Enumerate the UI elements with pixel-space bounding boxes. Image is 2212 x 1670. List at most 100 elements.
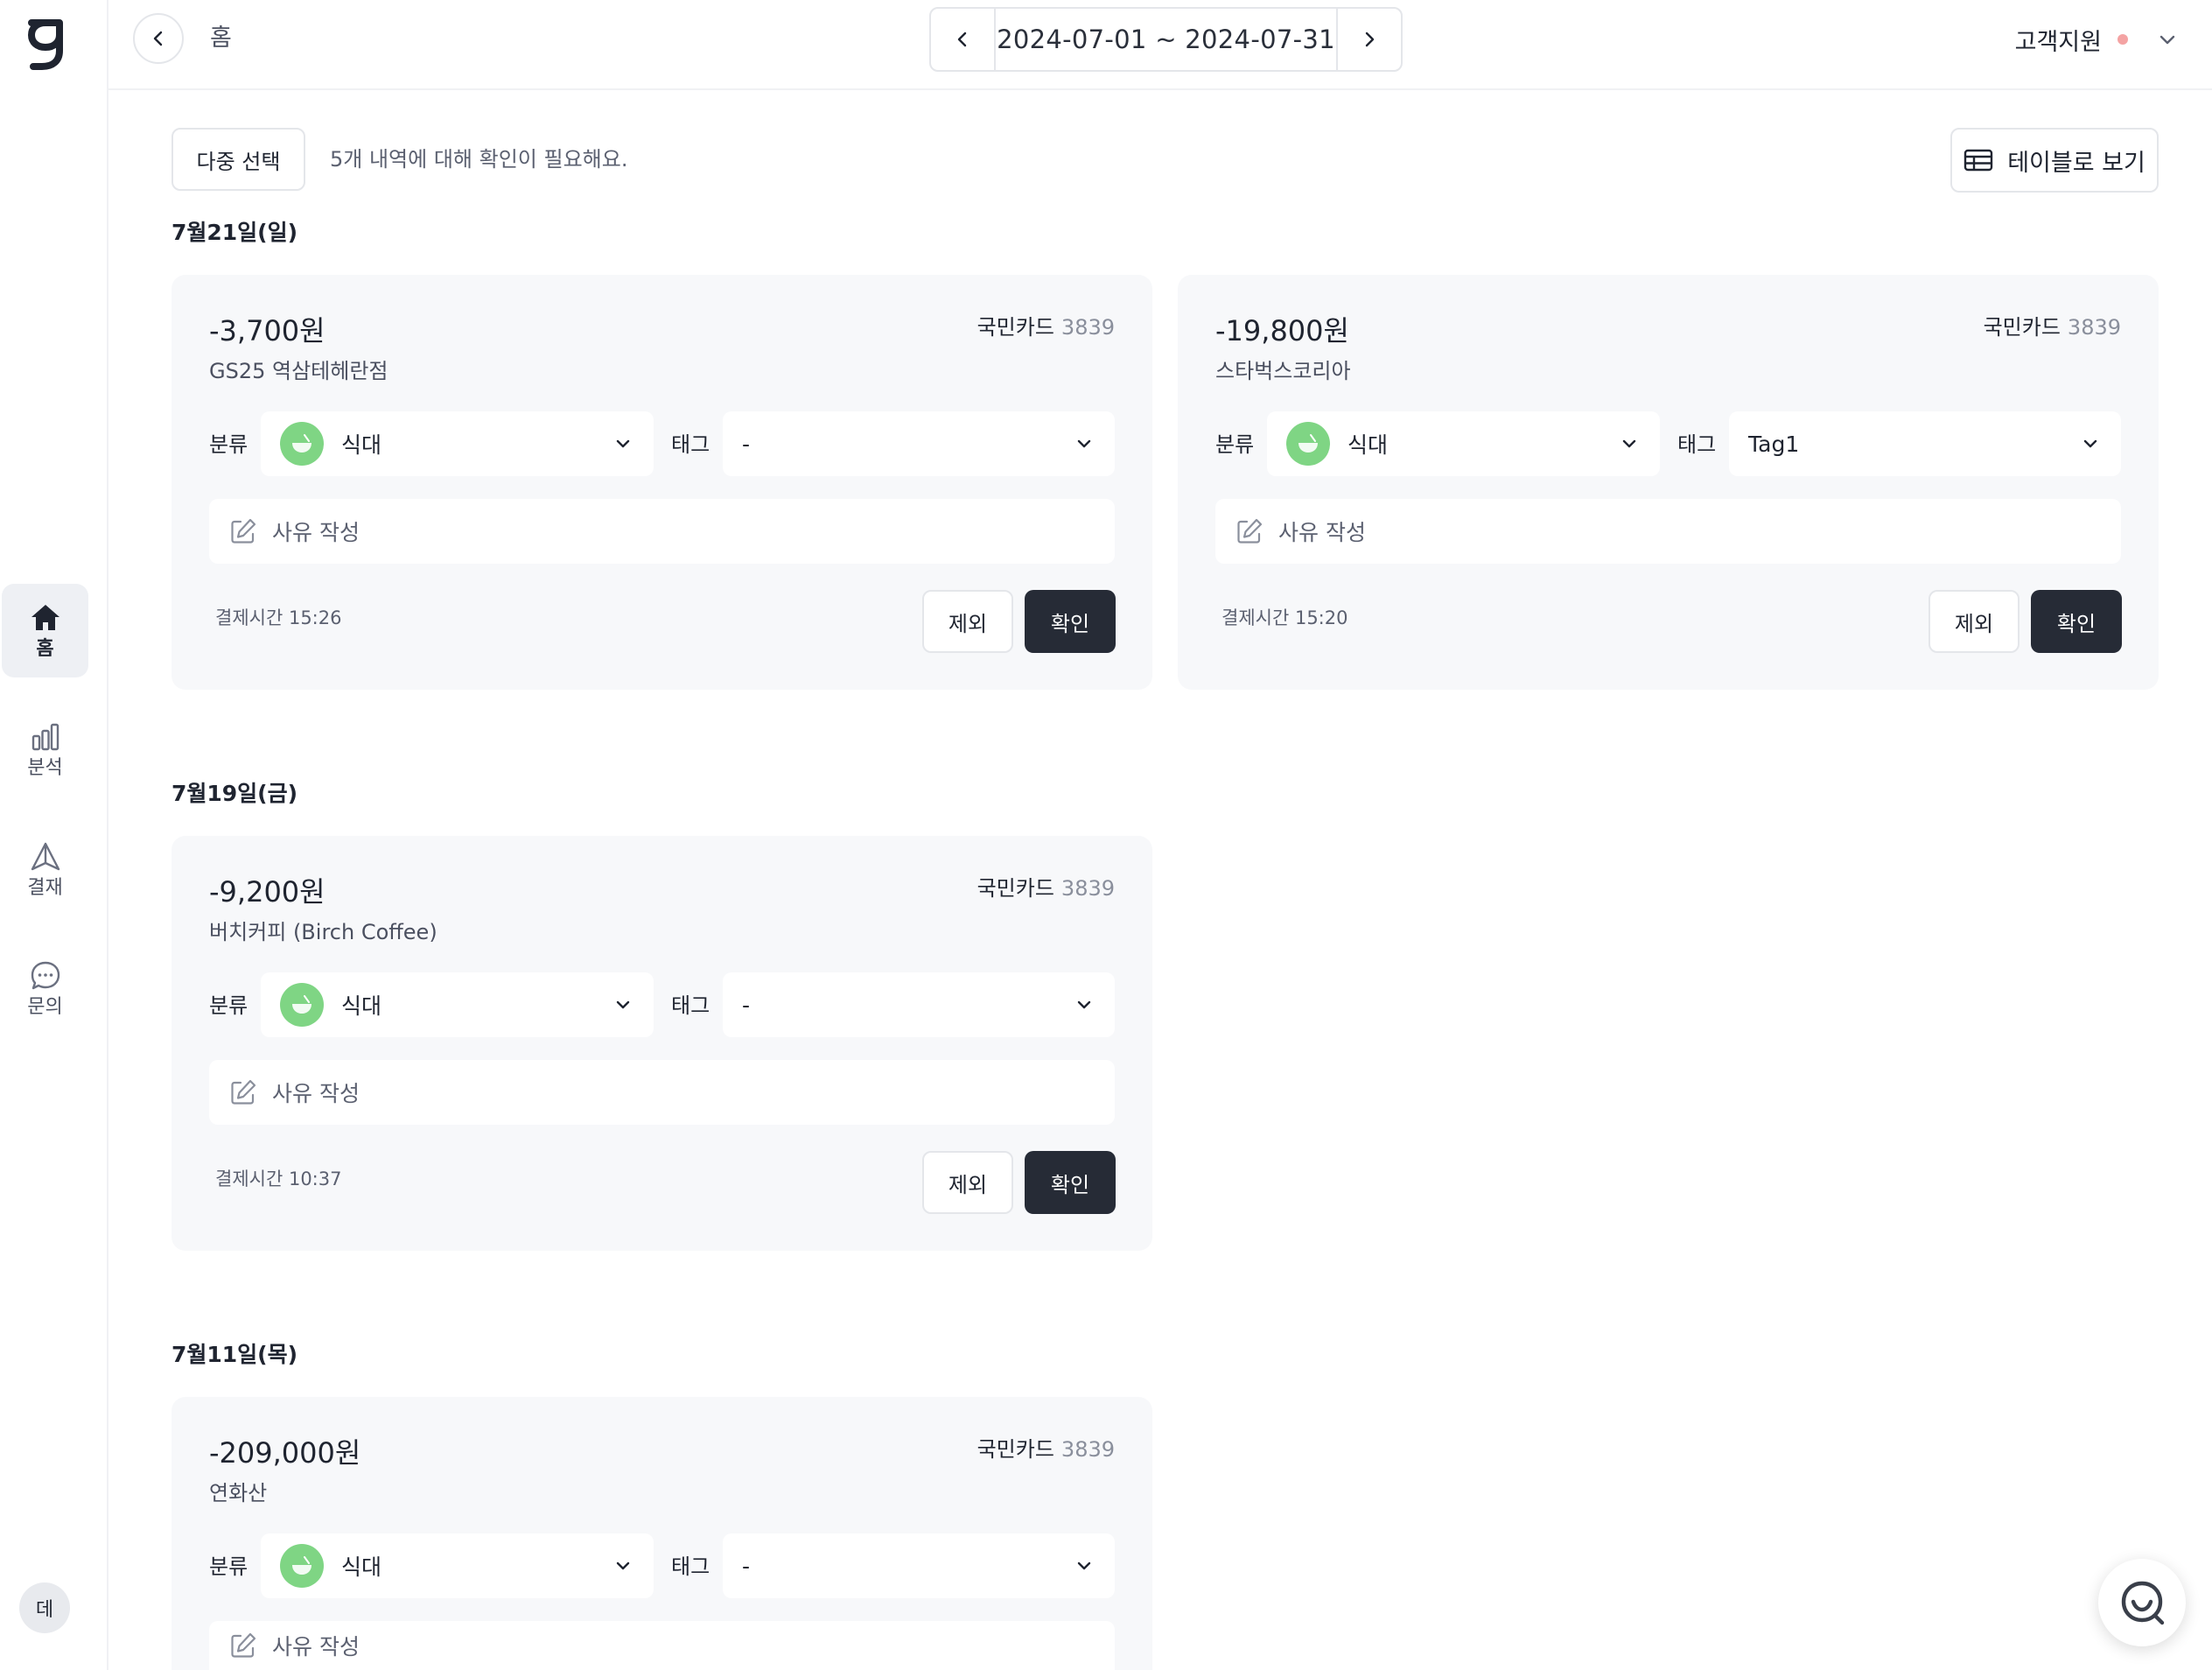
chat-icon bbox=[31, 961, 60, 989]
notification-dot bbox=[2118, 34, 2128, 45]
transaction-amount: -209,000원 bbox=[209, 1436, 361, 1470]
exclude-button[interactable]: 제외 bbox=[1928, 590, 2020, 653]
exclude-button[interactable]: 제외 bbox=[922, 590, 1013, 653]
nav-item-inquiry[interactable]: 문의 bbox=[2, 942, 88, 1035]
meal-bowl-icon bbox=[1286, 422, 1330, 466]
chevron-down-icon bbox=[616, 439, 630, 448]
nav-label-approval: 결재 bbox=[27, 876, 63, 899]
chevron-down-icon bbox=[2083, 439, 2097, 448]
chevron-down-icon bbox=[1622, 439, 1636, 448]
tag-label: 태그 bbox=[671, 432, 710, 457]
memo-placeholder: 사유 작성 bbox=[272, 520, 360, 545]
date-range-navigator: 2024-07-01 ~ 2024-07-31 bbox=[929, 7, 1403, 72]
edit-icon bbox=[1237, 518, 1263, 544]
category-select[interactable]: 식대 bbox=[261, 411, 654, 476]
card-name: 국민카드 bbox=[976, 1437, 1054, 1462]
confirm-button[interactable]: 확인 bbox=[2031, 590, 2122, 653]
day-header: 7월19일(금) bbox=[172, 781, 298, 806]
category-value: 식대 bbox=[341, 432, 382, 458]
edit-icon bbox=[231, 1632, 256, 1658]
memo-input[interactable]: 사유 작성 bbox=[209, 1621, 1115, 1670]
chat-bubble-icon bbox=[2121, 1581, 2165, 1625]
tag-value: - bbox=[742, 431, 751, 457]
card-name: 국민카드 bbox=[976, 876, 1054, 901]
tag-select[interactable]: - bbox=[723, 411, 1115, 476]
card-number: 3839 bbox=[1060, 1437, 1115, 1462]
meal-bowl-icon bbox=[280, 983, 324, 1027]
tag-select[interactable]: - bbox=[723, 972, 1115, 1037]
merchant-name: GS25 역삼테헤란점 bbox=[209, 359, 388, 383]
tag-value: Tag1 bbox=[1748, 431, 1800, 457]
prev-period-button[interactable] bbox=[931, 9, 996, 70]
payment-time: 결제시간 15:20 bbox=[1222, 607, 1348, 628]
payment-time: 결제시간 10:37 bbox=[215, 1168, 342, 1189]
app-logo[interactable] bbox=[23, 18, 68, 70]
approval-triangle-icon bbox=[31, 842, 60, 870]
home-icon bbox=[31, 604, 60, 630]
transaction-card: -209,000원 연화산 국민카드 3839 분류 식대 태그 - 사유 작성 bbox=[172, 1397, 1152, 1670]
pending-message: 5개 내역에 대해 확인이 필요해요. bbox=[330, 147, 628, 172]
transaction-amount: -9,200원 bbox=[209, 875, 326, 909]
chevron-down-icon bbox=[2160, 35, 2175, 45]
category-select[interactable]: 식대 bbox=[1267, 411, 1660, 476]
card-number: 3839 bbox=[2067, 315, 2121, 340]
tag-select[interactable]: Tag1 bbox=[1729, 411, 2121, 476]
nav-item-home[interactable]: 홈 bbox=[2, 584, 88, 677]
nav-label-home: 홈 bbox=[36, 637, 54, 660]
tag-label: 태그 bbox=[671, 1554, 710, 1579]
nav-item-analysis[interactable]: 분석 bbox=[2, 703, 88, 796]
chevron-down-icon bbox=[616, 1000, 630, 1009]
memo-input[interactable]: 사유 작성 bbox=[209, 1060, 1115, 1125]
back-button[interactable] bbox=[133, 13, 184, 64]
category-label: 분류 bbox=[209, 432, 248, 457]
nav-label-inquiry: 문의 bbox=[27, 995, 63, 1018]
chevron-left-icon bbox=[957, 32, 967, 47]
transaction-card: -9,200원 버치커피 (Birch Coffee) 국민카드 3839 분류 … bbox=[172, 836, 1152, 1251]
exclude-button[interactable]: 제외 bbox=[922, 1151, 1013, 1214]
nav-item-approval[interactable]: 결재 bbox=[2, 823, 88, 916]
breadcrumb: 홈 bbox=[210, 25, 232, 52]
memo-input[interactable]: 사유 작성 bbox=[1215, 499, 2121, 564]
next-period-button[interactable] bbox=[1336, 9, 1401, 70]
transaction-card: -3,700원 GS25 역삼테헤란점 국민카드 3839 분류 식대 태그 - … bbox=[172, 275, 1152, 690]
merchant-name: 버치커피 (Birch Coffee) bbox=[209, 920, 438, 944]
chevron-down-icon bbox=[616, 1561, 630, 1570]
table-view-label: 테이블로 보기 bbox=[2007, 149, 2146, 177]
day-header: 7월21일(일) bbox=[172, 220, 298, 245]
category-select[interactable]: 식대 bbox=[261, 1533, 654, 1598]
category-label: 분류 bbox=[209, 993, 248, 1018]
edit-icon bbox=[231, 1079, 256, 1105]
tag-select[interactable]: - bbox=[723, 1533, 1115, 1598]
multi-select-button[interactable]: 다중 선택 bbox=[172, 128, 305, 191]
memo-placeholder: 사유 작성 bbox=[272, 1081, 360, 1106]
date-range-label[interactable]: 2024-07-01 ~ 2024-07-31 bbox=[996, 9, 1336, 70]
tag-value: - bbox=[742, 992, 751, 1018]
user-avatar[interactable]: 데 bbox=[19, 1582, 70, 1633]
confirm-button[interactable]: 확인 bbox=[1025, 1151, 1116, 1214]
support-label: 고객지원 bbox=[2014, 28, 2102, 56]
card-number: 3839 bbox=[1060, 876, 1115, 901]
category-select[interactable]: 식대 bbox=[261, 972, 654, 1037]
merchant-name: 연화산 bbox=[209, 1481, 268, 1505]
confirm-button[interactable]: 확인 bbox=[1025, 590, 1116, 653]
nav-label-analysis: 분석 bbox=[27, 756, 63, 779]
chevron-left-icon bbox=[153, 31, 163, 46]
transaction-amount: -19,800원 bbox=[1215, 314, 1349, 347]
payment-card: 국민카드 3839 bbox=[977, 1435, 1115, 1463]
tag-value: - bbox=[742, 1553, 751, 1579]
chevron-right-icon bbox=[1365, 32, 1375, 47]
table-view-button[interactable]: 테이블로 보기 bbox=[1950, 128, 2159, 193]
edit-icon bbox=[231, 518, 256, 544]
card-name: 국민카드 bbox=[1983, 315, 2061, 340]
top-header: 홈 2024-07-01 ~ 2024-07-31 고객지원 bbox=[108, 0, 2212, 90]
chevron-down-icon bbox=[1077, 1000, 1091, 1009]
customer-support-menu[interactable]: 고객지원 bbox=[2015, 18, 2177, 61]
tag-label: 태그 bbox=[1677, 432, 1717, 457]
payment-card: 국민카드 3839 bbox=[1984, 313, 2121, 341]
chat-support-button[interactable] bbox=[2098, 1559, 2186, 1646]
memo-placeholder: 사유 작성 bbox=[272, 1634, 360, 1659]
memo-input[interactable]: 사유 작성 bbox=[209, 499, 1115, 564]
payment-card: 국민카드 3839 bbox=[977, 313, 1115, 341]
chevron-down-icon bbox=[1077, 439, 1091, 448]
meal-bowl-icon bbox=[280, 422, 324, 466]
